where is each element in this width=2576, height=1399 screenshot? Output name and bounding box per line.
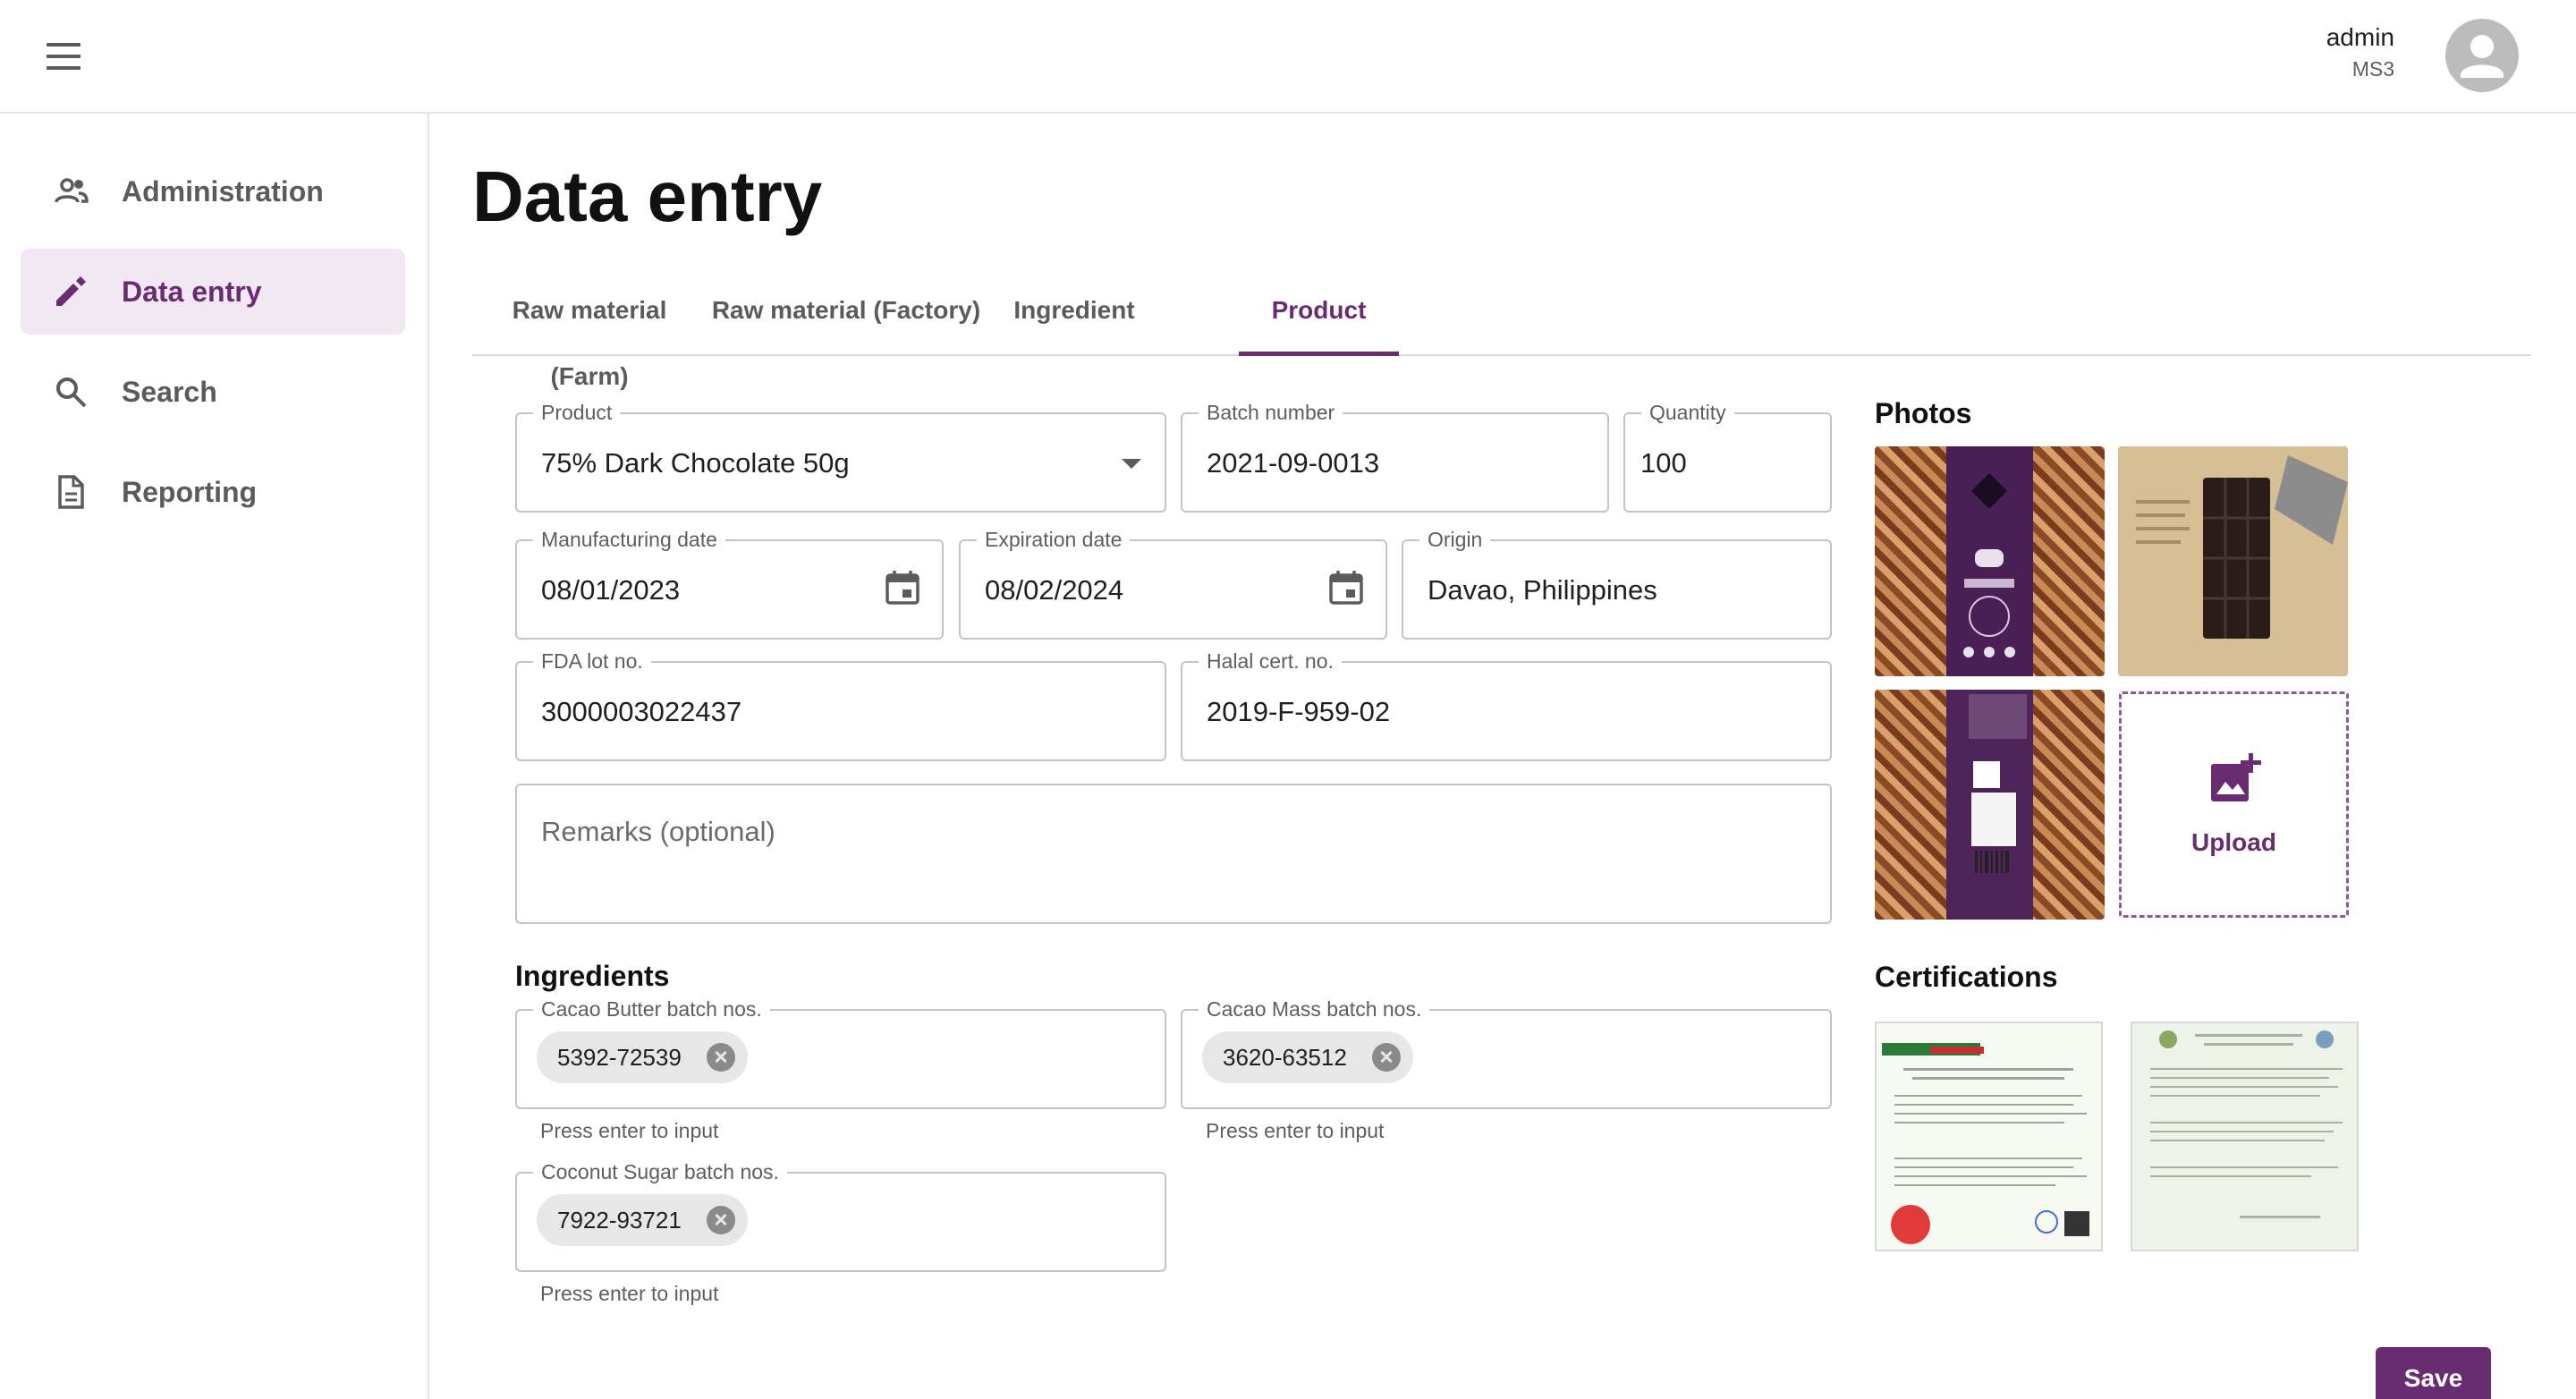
halal-certificate-image[interactable] bbox=[1875, 1022, 2103, 1251]
tab-product[interactable]: Product bbox=[1239, 277, 1399, 356]
sidebar-item-label: Data entry bbox=[122, 276, 262, 308]
hamburger-menu-icon[interactable] bbox=[41, 39, 86, 73]
halal-cert-value: 2019-F-959-02 bbox=[1207, 696, 1391, 727]
origin-label: Origin bbox=[1419, 527, 1491, 552]
user-info: admin MS3 bbox=[2326, 21, 2394, 84]
quantity-field[interactable]: Quantity 100 bbox=[1623, 400, 1832, 513]
cacao-butter-batch-field[interactable]: Cacao Butter batch nos. 5392-72539 bbox=[515, 996, 1166, 1109]
sidebar-item-reporting[interactable]: Reporting bbox=[21, 449, 405, 535]
product-photo-front[interactable] bbox=[1875, 446, 2105, 676]
cacao-mass-batch-field[interactable]: Cacao Mass batch nos. 3620-63512 bbox=[1181, 996, 1832, 1109]
document-icon bbox=[58, 475, 84, 509]
origin-field[interactable]: Origin Davao, Philippines bbox=[1402, 527, 1832, 640]
chip-label: 5392-72539 bbox=[557, 1044, 682, 1071]
user-name: admin bbox=[2326, 23, 2394, 51]
coconut-sugar-label: Coconut Sugar batch nos. bbox=[533, 1159, 787, 1184]
batch-number-value: 2021-09-0013 bbox=[1207, 447, 1380, 479]
user-org: MS3 bbox=[2351, 57, 2394, 81]
expiration-date-field[interactable]: Expiration date 08/02/2024 bbox=[959, 527, 1387, 640]
cacao-mass-label: Cacao Mass batch nos. bbox=[1199, 996, 1430, 1022]
top-app-bar: admin MS3 bbox=[0, 0, 2576, 114]
sidebar: Administration Data entry Search Reporti… bbox=[0, 114, 429, 1399]
fda-lot-label: FDA lot no. bbox=[533, 649, 651, 674]
product-select[interactable]: Product 75% Dark Chocolate 50g bbox=[515, 400, 1166, 513]
halal-cert-label: Halal cert. no. bbox=[1199, 649, 1342, 674]
sidebar-item-search[interactable]: Search bbox=[21, 349, 405, 435]
upload-photo-button[interactable]: Upload bbox=[2119, 691, 2349, 918]
chevron-down-icon[interactable] bbox=[1122, 459, 1141, 469]
calendar-icon[interactable] bbox=[1326, 568, 1366, 607]
helper-text: Press enter to input bbox=[1206, 1119, 1385, 1142]
coconut-sugar-batch-field[interactable]: Coconut Sugar batch nos. 7922-93721 bbox=[515, 1159, 1166, 1272]
remarks-placeholder: Remarks (optional) bbox=[541, 816, 775, 847]
chip-label: 7922-93721 bbox=[557, 1207, 682, 1234]
sidebar-item-label: Reporting bbox=[122, 476, 258, 508]
chip-remove-icon[interactable] bbox=[706, 1043, 735, 1072]
search-icon bbox=[56, 377, 87, 408]
quantity-label: Quantity bbox=[1641, 400, 1734, 425]
tab-raw-material-farm[interactable]: Raw material (Farm) bbox=[472, 277, 707, 390]
sidebar-item-administration[interactable]: Administration bbox=[21, 148, 405, 234]
sidebar-item-label: Search bbox=[122, 376, 217, 408]
tab-bar: Raw material (Farm) Raw material (Factor… bbox=[472, 277, 2531, 390]
chip-remove-icon[interactable] bbox=[706, 1206, 735, 1234]
save-button[interactable]: Save bbox=[2376, 1347, 2491, 1399]
page-title: Data entry bbox=[472, 157, 823, 236]
product-value: 75% Dark Chocolate 50g bbox=[541, 447, 850, 479]
fda-lot-value: 3000003022437 bbox=[541, 696, 742, 727]
people-icon bbox=[55, 178, 89, 203]
batch-number-field[interactable]: Batch number 2021-09-0013 bbox=[1181, 400, 1609, 513]
remarks-textarea[interactable]: Remarks (optional) bbox=[515, 784, 1832, 924]
product-photo-back[interactable] bbox=[1875, 690, 2105, 920]
photos-heading: Photos bbox=[1875, 397, 1972, 429]
halal-cert-field[interactable]: Halal cert. no. 2019-F-959-02 bbox=[1181, 649, 1832, 761]
batch-number-label: Batch number bbox=[1199, 400, 1343, 425]
add-photo-icon bbox=[2211, 753, 2261, 801]
sidebar-item-data-entry[interactable]: Data entry bbox=[21, 249, 405, 335]
sidebar-item-label: Administration bbox=[122, 175, 324, 208]
expiration-date-label: Expiration date bbox=[977, 527, 1131, 552]
quantity-value: 100 bbox=[1640, 447, 1687, 479]
batch-chip: 5392-72539 bbox=[537, 1031, 748, 1083]
expiration-date-value: 08/02/2024 bbox=[985, 574, 1124, 606]
batch-chip: 3620-63512 bbox=[1202, 1031, 1413, 1083]
manufacturing-date-field[interactable]: Manufacturing date 08/01/2023 bbox=[515, 527, 944, 640]
batch-chip: 7922-93721 bbox=[537, 1194, 748, 1246]
tab-raw-material-factory[interactable]: Raw material (Factory) bbox=[707, 277, 986, 356]
ingredients-heading: Ingredients bbox=[515, 960, 670, 992]
chip-label: 3620-63512 bbox=[1223, 1044, 1347, 1071]
origin-value: Davao, Philippines bbox=[1428, 574, 1657, 606]
avatar-icon[interactable] bbox=[2445, 19, 2519, 92]
helper-text: Press enter to input bbox=[540, 1119, 719, 1142]
manufacturing-date-value: 08/01/2023 bbox=[541, 574, 681, 606]
product-label: Product bbox=[533, 400, 621, 425]
product-photo-unwrapped[interactable] bbox=[2118, 446, 2348, 676]
manufacturing-date-label: Manufacturing date bbox=[533, 527, 725, 552]
pencil-icon bbox=[56, 276, 86, 306]
calendar-icon[interactable] bbox=[883, 568, 922, 607]
fda-lot-field[interactable]: FDA lot no. 3000003022437 bbox=[515, 649, 1166, 761]
helper-text: Press enter to input bbox=[540, 1282, 719, 1305]
cacao-butter-label: Cacao Butter batch nos. bbox=[533, 996, 770, 1022]
chip-remove-icon[interactable] bbox=[1371, 1043, 1401, 1072]
tab-ingredient[interactable]: Ingredient bbox=[986, 277, 1163, 356]
upload-label: Upload bbox=[2191, 828, 2276, 856]
certifications-heading: Certifications bbox=[1875, 961, 2058, 993]
fda-certificate-image[interactable] bbox=[2131, 1022, 2359, 1251]
